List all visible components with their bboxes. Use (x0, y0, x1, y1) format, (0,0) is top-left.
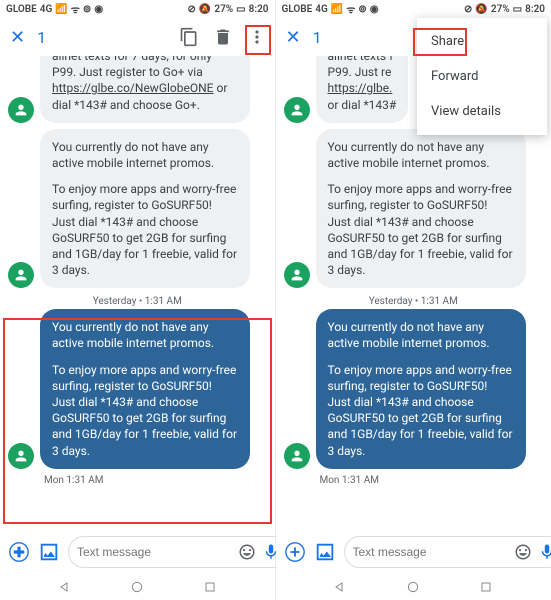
context-menu: Share Forward View details (417, 18, 547, 135)
timestamp: Mon 1:31 AM (320, 475, 544, 486)
messenger-icon: ◉ (94, 4, 103, 15)
avatar (8, 97, 34, 123)
selection-count: 1 (313, 28, 322, 47)
message-bubble-selected[interactable]: You currently do not have any active mob… (40, 309, 250, 469)
alarm-off-icon: ⊘ (464, 4, 472, 15)
avatar (284, 97, 310, 123)
gallery-icon[interactable] (38, 541, 60, 563)
composer (0, 530, 275, 574)
message-input-wrap (344, 536, 551, 568)
carrier: GLOBE (282, 4, 313, 15)
timestamp: Mon 1:31 AM (44, 475, 267, 486)
delete-icon[interactable] (213, 27, 233, 47)
clock: 8:20 (249, 4, 269, 15)
emoji-icon[interactable] (238, 543, 256, 561)
alarm-off-icon: ⊘ (188, 4, 196, 15)
add-icon[interactable] (284, 541, 306, 563)
signal-icon: 📶 (331, 4, 343, 15)
net-type: 4G (40, 4, 53, 15)
avatar (284, 443, 310, 469)
status-bar: GLOBE 4G 📶 ᯤ ⊚ ◉ ⊘ 🔕 27% ▭ 8:20 (276, 0, 551, 18)
clock: 8:20 (525, 4, 545, 15)
message-list: allnet texts for 7 days, for only P99. J… (0, 56, 275, 530)
timestamp: Yesterday • 1:31 AM (284, 296, 544, 307)
nav-bar (276, 574, 551, 600)
menu-forward[interactable]: Forward (417, 59, 547, 94)
add-icon[interactable] (8, 541, 30, 563)
messenger-icon: ◉ (370, 4, 379, 15)
battery-pct: 27% (214, 4, 233, 15)
nav-recent-icon[interactable] (478, 579, 494, 595)
message-input-wrap (68, 536, 289, 568)
avatar (8, 262, 34, 288)
nav-home-icon[interactable] (129, 579, 145, 595)
nav-bar (0, 574, 275, 600)
selection-count: 1 (37, 28, 46, 47)
copy-icon[interactable] (179, 27, 199, 47)
mic-icon[interactable] (538, 543, 551, 561)
carrier: GLOBE (6, 4, 37, 15)
nav-home-icon[interactable] (405, 579, 421, 595)
message-bubble[interactable]: allnet texts f P99. Just re https://glbe… (316, 56, 409, 123)
nav-recent-icon[interactable] (202, 579, 218, 595)
signal-icon: 📶 (55, 4, 67, 15)
message-bubble[interactable]: You currently do not have any active mob… (40, 129, 250, 289)
gallery-icon[interactable] (314, 541, 336, 563)
battery-icon: ▭ (513, 4, 522, 15)
message-bubble-selected[interactable]: You currently do not have any active mob… (316, 309, 526, 469)
wifi-icon: ᯤ (346, 2, 355, 16)
net-type: 4G (315, 4, 328, 15)
timestamp: Yesterday • 1:31 AM (8, 296, 267, 307)
wifi-icon: ᯤ (71, 2, 80, 16)
message-input[interactable] (353, 545, 508, 559)
message-input[interactable] (77, 545, 232, 559)
status-bar: GLOBE 4G 📶 ᯤ ⊚ ◉ ⊘ 🔕 27% ▭ 8:20 (0, 0, 275, 18)
message-bubble[interactable]: You currently do not have any active mob… (316, 129, 526, 289)
nav-back-icon[interactable] (57, 579, 73, 595)
dnd-icon: 🔕 (475, 4, 487, 15)
emoji-icon[interactable] (514, 543, 532, 561)
voicemail-icon: ⊚ (358, 4, 366, 15)
message-bubble[interactable]: allnet texts for 7 days, for only P99. J… (40, 56, 250, 123)
selection-toolbar: ✕ 1 (0, 18, 275, 56)
battery-icon: ▭ (236, 4, 245, 15)
dnd-icon: 🔕 (199, 4, 211, 15)
close-selection-button[interactable]: ✕ (284, 27, 303, 48)
close-selection-button[interactable]: ✕ (8, 27, 27, 48)
avatar (284, 262, 310, 288)
avatar (8, 443, 34, 469)
battery-pct: 27% (491, 4, 510, 15)
composer (276, 530, 551, 574)
more-icon[interactable] (247, 27, 267, 47)
voicemail-icon: ⊚ (83, 4, 91, 15)
nav-back-icon[interactable] (332, 579, 348, 595)
menu-view-details[interactable]: View details (417, 94, 547, 129)
menu-share[interactable]: Share (417, 24, 547, 59)
link[interactable]: https://glbe.co/NewGlobeONE (52, 81, 214, 95)
